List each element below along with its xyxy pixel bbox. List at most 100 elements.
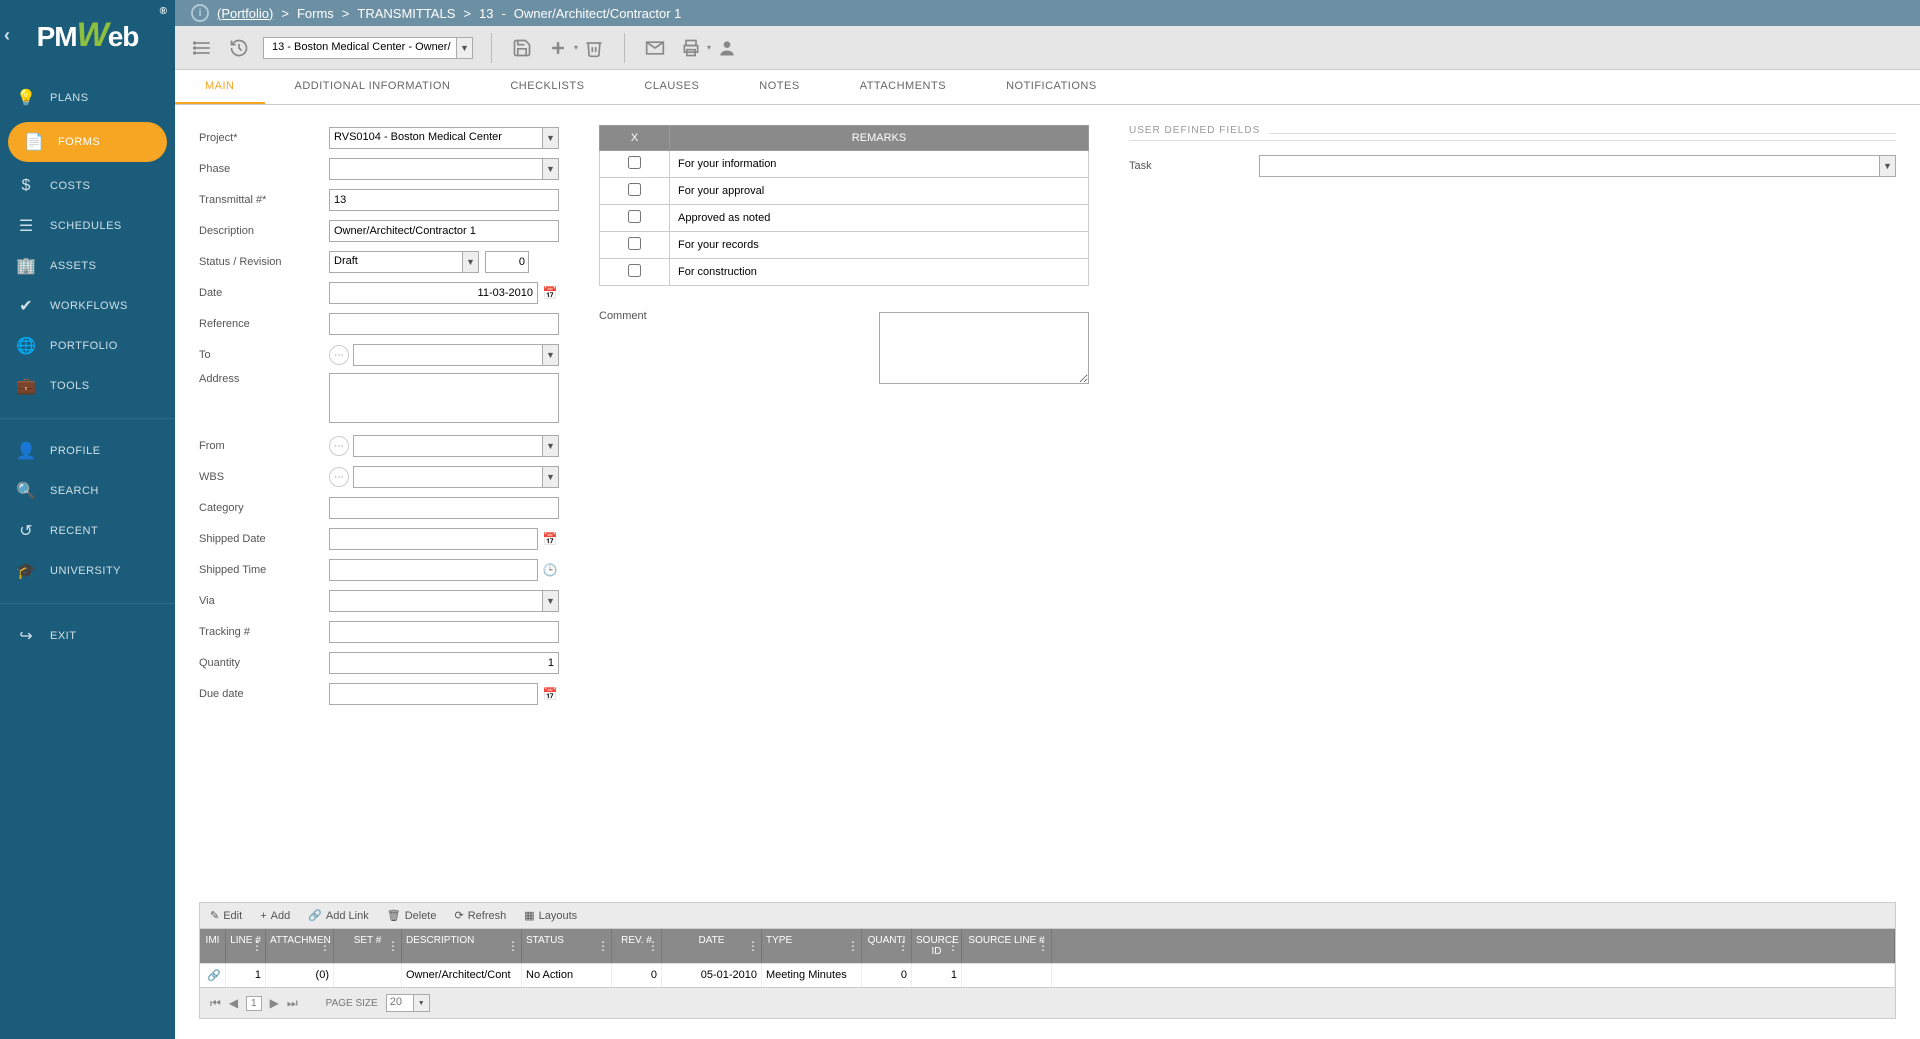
address-input[interactable] [329,373,559,423]
grid: ✎ Edit + Add 🔗 Add Link 🗑 Delete ⟳ Refre… [199,902,1896,1019]
calendar-icon[interactable]: 📅 [541,685,559,703]
sidebar-item-forms[interactable]: 📄FORMS [8,122,167,162]
grid-header-attachments[interactable]: ATTACHMEN⋮ [266,929,334,963]
sidebar-item-profile[interactable]: 👤PROFILE [0,431,175,471]
grid-header-sourceline[interactable]: SOURCE LINE #⋮ [962,929,1052,963]
remarks-checkbox[interactable] [628,210,641,223]
grid-row[interactable]: 🔗 1 (0) Owner/Architect/Cont No Action 0… [200,963,1895,987]
transmittal-input[interactable] [329,189,559,211]
remarks-checkbox[interactable] [628,183,641,196]
revision-input[interactable] [485,251,529,273]
project-select[interactable]: RVS0104 - Boston Medical Center▼ [329,127,559,149]
grid-refresh-button[interactable]: ⟳ Refresh [454,909,506,922]
print-icon[interactable]: ▾ [679,36,703,60]
list-icon[interactable] [191,36,215,60]
grid-layouts-button[interactable]: ▦ Layouts [524,909,577,922]
calendar-icon[interactable]: 📅 [541,284,559,302]
tab-attachments[interactable]: ATTACHMENTS [830,70,976,104]
to-picker-button[interactable]: ⋯ [329,345,349,365]
page-size-select[interactable]: 20▼ [386,994,430,1012]
pager-last[interactable]: ⏭ [287,996,298,1011]
breadcrumb-transmittals[interactable]: TRANSMITTALS [357,6,455,21]
quantity-input[interactable] [329,652,559,674]
sidebar-item-label: WORKFLOWS [50,300,128,312]
tab-main[interactable]: MAIN [175,70,265,104]
grid-edit-button[interactable]: ✎ Edit [210,909,242,922]
remarks-checkbox[interactable] [628,237,641,250]
sidebar-item-university[interactable]: 🎓UNIVERSITY [0,551,175,591]
grid-header-quantity[interactable]: QUANTI⋮ [862,929,912,963]
from-select[interactable]: ▼ [353,435,559,457]
save-icon[interactable] [510,36,534,60]
status-select[interactable]: Draft▼ [329,251,479,273]
delete-icon[interactable] [582,36,606,60]
grid-header-description[interactable]: DESCRIPTION⋮ [402,929,522,963]
description-input[interactable] [329,220,559,242]
breadcrumb-forms[interactable]: Forms [297,6,334,21]
sidebar-item-recent[interactable]: ↺RECENT [0,511,175,551]
tab-notifications[interactable]: NOTIFICATIONS [976,70,1127,104]
tab-checklists[interactable]: CHECKLISTS [480,70,614,104]
grid-header-sourceid[interactable]: SOURCE ID⋮ [912,929,962,963]
grid-header-img[interactable]: IMI [200,929,226,963]
collapse-icon[interactable]: ‹ [4,25,10,46]
sidebar-item-label: PORTFOLIO [50,340,118,352]
from-picker-button[interactable]: ⋯ [329,436,349,456]
sidebar-item-tools[interactable]: 💼TOOLS [0,366,175,406]
reference-input[interactable] [329,313,559,335]
due-date-input[interactable] [329,683,538,705]
category-input[interactable] [329,497,559,519]
date-input[interactable] [329,282,538,304]
pager-next[interactable]: ▶ [270,996,279,1010]
pager-first[interactable]: ⏮ [210,996,221,1011]
sidebar-item-exit[interactable]: ↪EXIT [0,616,175,656]
wbs-select[interactable]: ▼ [353,466,559,488]
sidebar-item-schedules[interactable]: ☰SCHEDULES [0,206,175,246]
breadcrumb-portfolio[interactable]: (Portfolio) [217,6,273,21]
pager-prev[interactable]: ◀ [229,996,238,1010]
remarks-checkbox[interactable] [628,156,641,169]
phase-select[interactable]: ▼ [329,158,559,180]
remarks-text: Approved as noted [670,205,1089,232]
pager-page[interactable]: 1 [246,996,262,1011]
grid-header-status[interactable]: STATUS⋮ [522,929,612,963]
wbs-picker-button[interactable]: ⋯ [329,467,349,487]
grid-header-type[interactable]: TYPE⋮ [762,929,862,963]
grid-header-rev[interactable]: REV. #⋮ [612,929,662,963]
sidebar-item-search[interactable]: 🔍SEARCH [0,471,175,511]
sidebar-item-costs[interactable]: $COSTS [0,166,175,206]
tab-clauses[interactable]: CLAUSES [614,70,729,104]
history-icon[interactable] [227,36,251,60]
task-select[interactable]: ▼ [1259,155,1896,177]
tracking-input[interactable] [329,621,559,643]
grid-header-date[interactable]: DATE⋮ [662,929,762,963]
clock-icon[interactable]: 🕒 [541,561,559,579]
calendar-icon[interactable]: 📅 [541,530,559,548]
sidebar-item-plans[interactable]: 💡PLANS [0,78,175,118]
tab-notes[interactable]: NOTES [729,70,829,104]
grid-header-set[interactable]: SET #⋮ [334,929,402,963]
to-select[interactable]: ▼ [353,344,559,366]
info-icon[interactable]: i [191,4,209,22]
check-icon: ✔ [16,296,36,316]
person-icon[interactable] [715,36,739,60]
comment-input[interactable] [879,312,1089,384]
add-icon[interactable]: ▾ [546,36,570,60]
shipped-date-input[interactable] [329,528,538,550]
from-label: From [199,440,329,452]
grid-delete-button[interactable]: 🗑 Delete [387,909,437,922]
grid-addlink-button[interactable]: 🔗 Add Link [308,909,369,922]
shipped-time-input[interactable] [329,559,538,581]
sidebar-item-assets[interactable]: 🏢ASSETS [0,246,175,286]
record-selector[interactable]: 13 - Boston Medical Center - Owner/ ▼ [263,37,473,59]
grid-add-button[interactable]: + Add [260,909,290,922]
phase-label: Phase [199,163,329,175]
sidebar-item-workflows[interactable]: ✔ WORKFLOWS [0,286,175,326]
tab-additional-information[interactable]: ADDITIONAL INFORMATION [265,70,481,104]
via-select[interactable]: ▼ [329,590,559,612]
email-icon[interactable] [643,36,667,60]
grid-header-line[interactable]: LINE #⋮ [226,929,266,963]
sidebar-item-portfolio[interactable]: 🌐PORTFOLIO [0,326,175,366]
logo-prefix: PM [37,21,77,52]
remarks-checkbox[interactable] [628,264,641,277]
